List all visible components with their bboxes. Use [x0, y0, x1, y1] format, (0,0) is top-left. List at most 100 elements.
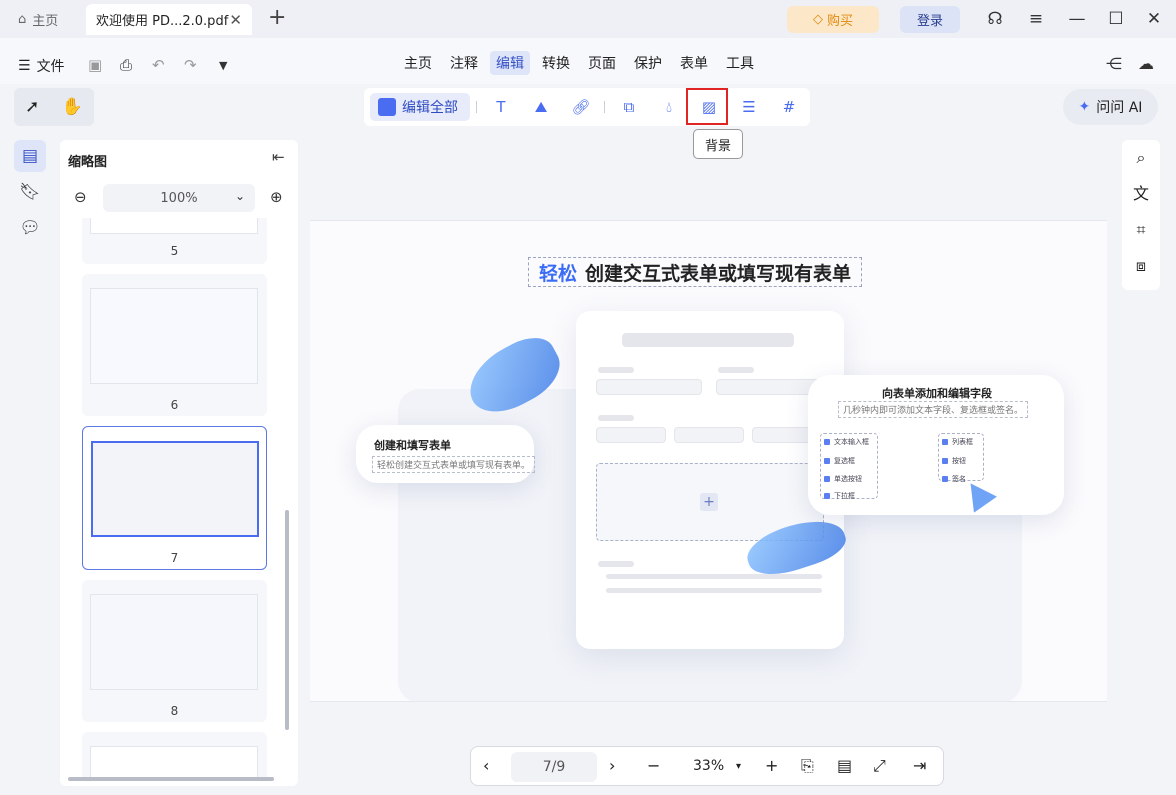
- thumbnail-image: [90, 288, 258, 384]
- bookmark-nav-icon[interactable]: 🔖︎: [14, 176, 46, 208]
- field-option: 下拉框: [824, 491, 855, 501]
- zoom-out-icon[interactable]: ⊖: [74, 188, 87, 206]
- thumbnail-panel-title: 缩略图: [68, 155, 108, 170]
- edit-all-button[interactable]: 编辑全部: [370, 93, 470, 121]
- collapse-panel-icon[interactable]: ⇤: [272, 148, 285, 166]
- home-tab-label: 主页: [32, 13, 59, 29]
- thumbnail-image: [90, 218, 258, 234]
- field-option: 列表框: [942, 437, 973, 447]
- fit-page-icon[interactable]: ⤢: [873, 756, 886, 776]
- form-title-bar: [622, 333, 794, 347]
- bates-number-icon[interactable]: #: [778, 97, 800, 117]
- thumbnail-page-6[interactable]: 6: [82, 274, 267, 416]
- field-option: 单选按钮: [824, 474, 862, 484]
- menu-convert[interactable]: 转换: [536, 51, 576, 75]
- ocr-icon[interactable]: ⌗: [1122, 212, 1160, 248]
- zoom-in-icon[interactable]: ⊕: [270, 188, 283, 206]
- hand-tool-icon[interactable]: ✋: [62, 97, 83, 117]
- buy-label: 购买: [826, 14, 853, 29]
- buy-button[interactable]: ◇ 购买: [787, 6, 879, 33]
- share-icon[interactable]: ⋲: [1106, 54, 1122, 73]
- maximize-icon[interactable]: ☐: [1105, 8, 1127, 30]
- watermark-icon[interactable]: 💧︎: [658, 97, 680, 117]
- undo-icon[interactable]: ↶: [152, 56, 165, 74]
- add-link-icon[interactable]: 🔗︎: [570, 97, 592, 117]
- cloud-upload-icon[interactable]: ☁: [1138, 54, 1154, 73]
- diamond-icon: ◇: [812, 12, 823, 27]
- thumbnail-zoom-value: 100%: [160, 190, 198, 206]
- crop-icon[interactable]: ⧉: [618, 97, 640, 117]
- redo-icon[interactable]: ↷: [184, 56, 197, 74]
- header-footer-icon[interactable]: ☰: [738, 97, 760, 117]
- search-icon[interactable]: ⌕: [1122, 140, 1160, 176]
- select-cursor-icon[interactable]: ➚: [25, 97, 39, 117]
- headset-icon[interactable]: ☊: [984, 8, 1006, 30]
- screen-capture-icon[interactable]: ⧈: [1122, 248, 1160, 284]
- comment-nav-icon[interactable]: 💬︎: [14, 212, 46, 244]
- thumbnail-page-number: 8: [170, 704, 179, 718]
- page-view-icon[interactable]: ▤: [837, 756, 852, 775]
- document-page: 轻松 创建交互式表单或填写现有表单 + 创建和填写表单 轻松创建交互式表单或填写…: [310, 220, 1107, 702]
- home-tab[interactable]: ⌂ 主页: [10, 7, 68, 31]
- thumbnail-page-9[interactable]: [82, 732, 267, 778]
- checkbox-line: [606, 574, 822, 579]
- ai-sparkle-icon: ✦: [1078, 99, 1091, 115]
- menu-page[interactable]: 页面: [582, 51, 622, 75]
- menu-tools[interactable]: 工具: [720, 51, 760, 75]
- exit-icon[interactable]: ⇥: [913, 756, 926, 775]
- file-menu[interactable]: ☰ 文件: [18, 56, 65, 76]
- thumbnail-page-number: 7: [170, 551, 179, 565]
- thumbnail-list: 5 6 7 8: [60, 218, 298, 778]
- thumbnail-zoom-select[interactable]: 100% ⌄: [103, 184, 255, 212]
- thumbnails-nav-icon[interactable]: ▤: [14, 140, 46, 172]
- field-option-label: 列表框: [952, 438, 973, 446]
- close-tab-icon[interactable]: ✕: [229, 11, 242, 29]
- next-page-icon[interactable]: ›: [609, 756, 615, 775]
- thumbnail-scrollbar[interactable]: [285, 510, 289, 730]
- field-option: 签名: [942, 474, 966, 484]
- zoom-dropdown-icon[interactable]: ▾: [736, 761, 741, 772]
- minimize-icon[interactable]: —: [1066, 8, 1088, 30]
- quick-access-dropdown-icon[interactable]: ▼: [219, 59, 227, 72]
- field-label: [598, 367, 634, 373]
- add-text-icon[interactable]: T: [490, 97, 512, 117]
- right-tool-panel: ⌕ 文 ⌗ ⧈: [1122, 140, 1160, 290]
- close-window-icon[interactable]: ✕: [1143, 8, 1165, 30]
- thumbnail-horizontal-scrollbar[interactable]: [68, 777, 274, 781]
- new-tab-button[interactable]: +: [268, 6, 286, 30]
- thumbnail-page-5[interactable]: 5: [82, 218, 267, 264]
- thumbnail-page-8[interactable]: 8: [82, 580, 267, 722]
- edit-fields-callout: 向表单添加和编辑字段 几秒钟内即可添加文本字段、复选框或签名。 文本输入框 复选…: [808, 375, 1064, 515]
- page-number-input[interactable]: 7/9: [511, 752, 597, 782]
- menu-home[interactable]: 主页: [398, 51, 438, 75]
- menu-icon[interactable]: ≡: [1025, 8, 1047, 30]
- menu-annotate[interactable]: 注释: [444, 51, 484, 75]
- document-tab[interactable]: 欢迎使用 PD...2.0.pdf ✕: [86, 4, 252, 35]
- field-label: [718, 367, 754, 373]
- zoom-level[interactable]: 33%: [693, 758, 724, 774]
- menu-protect[interactable]: 保护: [628, 51, 668, 75]
- save-icon[interactable]: ▣: [88, 56, 102, 74]
- left-nav: ▤ 🔖︎ 💬︎: [14, 140, 54, 250]
- add-image-icon[interactable]: ⛰: [530, 97, 552, 117]
- field-option: 按钮: [942, 456, 966, 466]
- login-button[interactable]: 登录: [900, 6, 960, 33]
- zoom-out-button[interactable]: −: [647, 756, 660, 775]
- prev-page-icon[interactable]: ‹: [483, 756, 489, 775]
- print-icon[interactable]: ⎙: [120, 56, 132, 74]
- form-dropdown: [674, 427, 744, 443]
- ask-ai-button[interactable]: ✦ 问问 AI: [1063, 89, 1158, 125]
- translate-icon[interactable]: 文: [1122, 176, 1160, 212]
- share-area: ⋲ ☁: [1106, 54, 1154, 73]
- thumbnail-page-7[interactable]: 7: [82, 426, 267, 570]
- title-bar: ⌂ 主页 欢迎使用 PD...2.0.pdf ✕ + ◇ 购买 登录 ☊ ≡ —…: [0, 0, 1176, 38]
- zoom-in-button[interactable]: +: [765, 756, 778, 775]
- page-headline: 轻松 创建交互式表单或填写现有表单: [528, 257, 863, 287]
- field-option-label: 签名: [952, 475, 966, 483]
- menu-form[interactable]: 表单: [674, 51, 714, 75]
- field-option-label: 文本输入框: [834, 438, 869, 446]
- menu-edit[interactable]: 编辑: [490, 51, 530, 75]
- ask-ai-label: 问问 AI: [1096, 100, 1143, 116]
- field-option-label: 单选按钮: [834, 475, 862, 483]
- read-mode-icon[interactable]: ⎘: [801, 756, 814, 776]
